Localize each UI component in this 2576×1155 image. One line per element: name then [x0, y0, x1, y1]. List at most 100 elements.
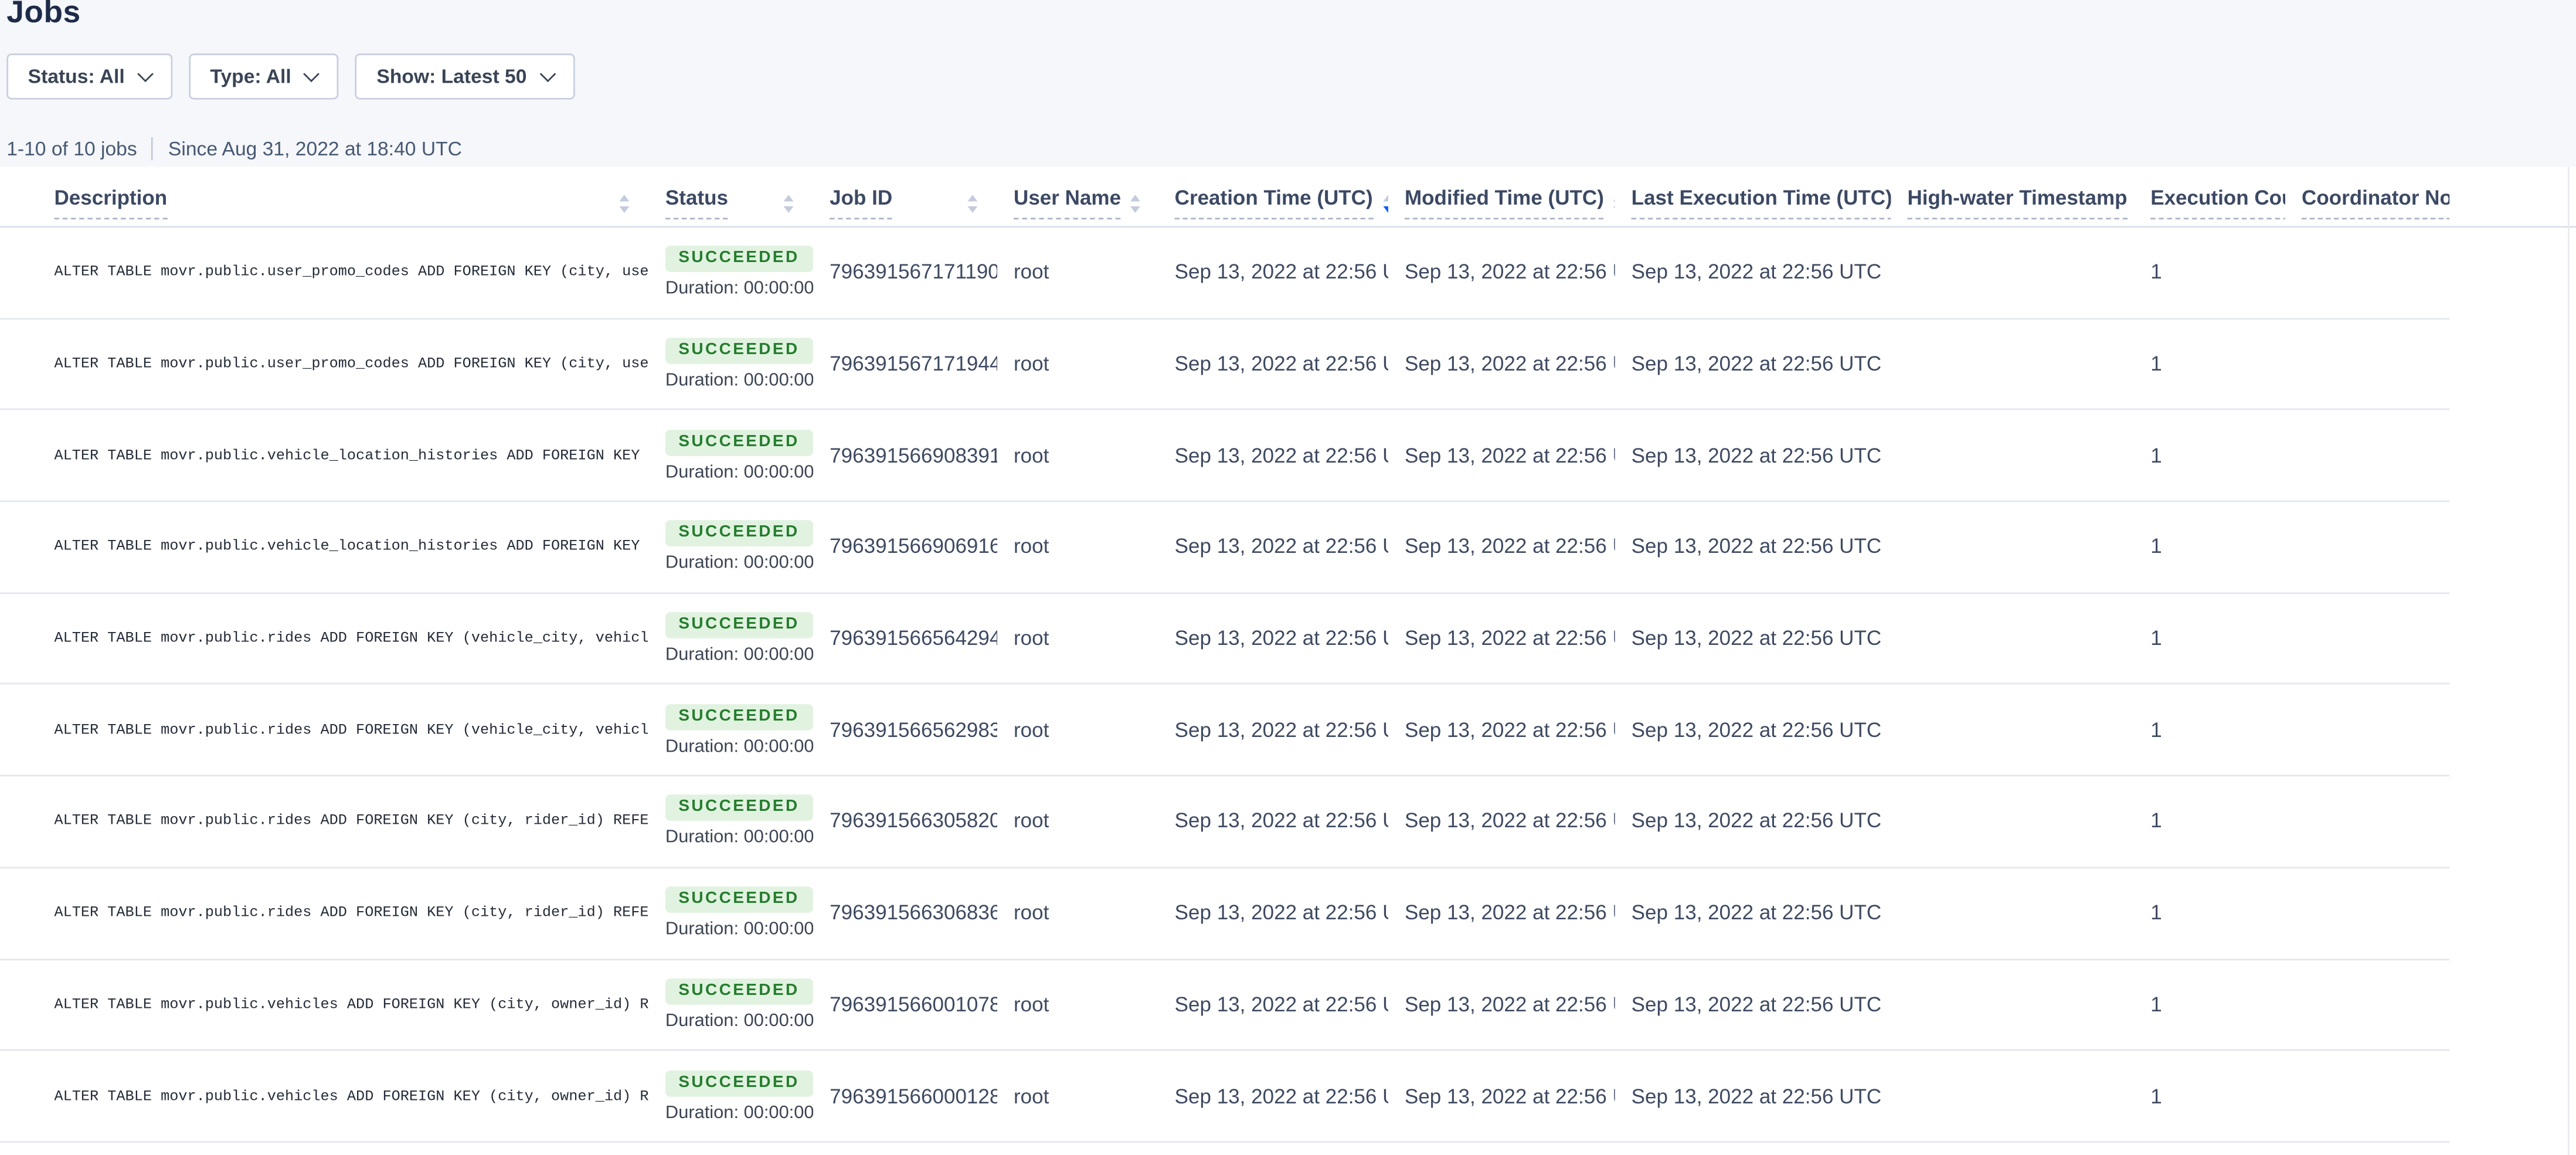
- chevron-down-icon: [304, 65, 320, 81]
- duration-label: Duration: 00:00:00: [665, 279, 813, 299]
- high-water-timestamp-cell: [1891, 868, 2134, 958]
- table-row: ALTER TABLE movr.public.vehicles ADD FOR…: [0, 960, 2449, 1051]
- status-cell: SUCCEEDED Duration: 00:00:00: [649, 777, 813, 867]
- status-badge: SUCCEEDED: [665, 338, 813, 364]
- user-name-cell: root: [997, 685, 1158, 775]
- sort-desc-icon: [619, 206, 629, 212]
- user-name-cell: root: [997, 319, 1158, 409]
- last-execution-time-cell: Sep 13, 2022 at 22:56 UTC: [1615, 1051, 1891, 1141]
- description-cell: ALTER TABLE movr.public.rides ADD FOREIG…: [38, 777, 648, 867]
- user-name-cell: root: [997, 777, 1158, 867]
- column-header-user-name[interactable]: User Name: [997, 167, 1158, 226]
- modified-time-cell: Sep 13, 2022 at 22:56 UTC: [1388, 868, 1615, 958]
- description-cell: ALTER TABLE movr.public.rides ADD FOREIG…: [38, 594, 648, 684]
- duration-label: Duration: 00:00:00: [665, 645, 813, 665]
- column-header-coordinator-node[interactable]: Coordinator Node: [2285, 167, 2449, 226]
- execution-count-cell: 1: [2134, 227, 2285, 317]
- description-cell: ALTER TABLE movr.public.user_promo_codes…: [38, 319, 648, 409]
- creation-time-cell: Sep 13, 2022 at 22:56 UTC: [1158, 1051, 1388, 1141]
- status-cell: SUCCEEDED Duration: 00:00:00: [649, 502, 813, 592]
- high-water-timestamp-cell: [1891, 502, 2134, 592]
- sort-asc-icon: [619, 195, 629, 202]
- last-execution-time-cell: Sep 13, 2022 at 22:56 UTC: [1615, 868, 1891, 958]
- sort-asc-icon: [1382, 195, 1388, 202]
- description-cell: ALTER TABLE movr.public.user_promo_codes…: [38, 227, 648, 317]
- sort-asc-icon: [968, 195, 978, 202]
- execution-count-cell: 1: [2134, 594, 2285, 684]
- table-row: ALTER TABLE movr.public.rides ADD FOREIG…: [0, 685, 2449, 777]
- coordinator-node-cell: [2285, 1051, 2449, 1141]
- execution-count-cell: 1: [2134, 1051, 2285, 1141]
- creation-time-cell: Sep 13, 2022 at 22:56 UTC: [1158, 777, 1388, 867]
- description-cell: ALTER TABLE movr.public.vehicle_location…: [38, 502, 648, 592]
- creation-time-cell: Sep 13, 2022 at 22:56 UTC: [1158, 502, 1388, 592]
- user-name-cell: root: [997, 960, 1158, 1049]
- job-id-cell: 796391566306836481: [813, 868, 997, 958]
- column-header-job-id[interactable]: Job ID: [813, 167, 997, 226]
- description-cell: ALTER TABLE movr.public.rides ADD FOREIG…: [38, 685, 648, 775]
- column-header-creation-time[interactable]: Creation Time (UTC): [1158, 167, 1388, 226]
- status-badge: SUCCEEDED: [665, 886, 813, 913]
- job-id-cell: 796391566906916865: [813, 502, 997, 592]
- sort-icon: [1604, 195, 1615, 212]
- sort-icon: [2127, 195, 2134, 212]
- table-row: ALTER TABLE movr.public.user_promo_codes…: [0, 319, 2449, 410]
- type-filter-dropdown[interactable]: Type: All: [189, 53, 339, 99]
- sort-desc-icon: [1131, 206, 1141, 212]
- sort-icon: [610, 195, 630, 212]
- coordinator-node-cell: [2285, 227, 2449, 317]
- job-id-cell: 796391566305820673: [813, 777, 997, 867]
- coordinator-node-cell: [2285, 502, 2449, 592]
- duration-label: Duration: 00:00:00: [665, 828, 813, 848]
- column-header-modified-time[interactable]: Modified Time (UTC): [1388, 167, 1615, 226]
- chevron-down-icon: [539, 65, 556, 81]
- status-cell: SUCCEEDED Duration: 00:00:00: [649, 594, 813, 684]
- duration-label: Duration: 00:00:00: [665, 371, 813, 390]
- modified-time-cell: Sep 13, 2022 at 22:56 UTC: [1388, 777, 1615, 867]
- job-id-cell: 796391566001078273: [813, 960, 997, 1049]
- job-id-cell: 796391566564294657: [813, 594, 997, 684]
- column-header-high-water-timestamp[interactable]: High-water Timestamp: [1891, 167, 2134, 226]
- type-filter-label: Type: All: [210, 65, 291, 88]
- status-cell: SUCCEEDED Duration: 00:00:00: [649, 868, 813, 958]
- sort-desc-icon: [784, 206, 794, 212]
- jobs-page: Jobs Status: All Type: All Show: Latest …: [0, 0, 2576, 1153]
- summary-divider: [152, 137, 154, 160]
- coordinator-node-cell: [2285, 594, 2449, 684]
- column-header-description[interactable]: Description: [38, 167, 648, 226]
- coordinator-node-cell: [2285, 777, 2449, 867]
- job-id-cell: 796391567171190785: [813, 227, 997, 317]
- description-cell: ALTER TABLE movr.public.rides ADD FOREIG…: [38, 868, 648, 958]
- show-filter-dropdown[interactable]: Show: Latest 50: [355, 53, 575, 99]
- column-header-status[interactable]: Status: [649, 167, 813, 226]
- status-badge: SUCCEEDED: [665, 521, 813, 547]
- modified-time-cell: Sep 13, 2022 at 22:56 UTC: [1388, 685, 1615, 775]
- user-name-cell: root: [997, 594, 1158, 684]
- user-name-cell: root: [997, 1051, 1158, 1141]
- description-cell: ALTER TABLE movr.public.vehicle_location…: [38, 410, 648, 500]
- duration-label: Duration: 00:00:00: [665, 736, 813, 756]
- status-cell: SUCCEEDED Duration: 00:00:00: [649, 960, 813, 1049]
- status-cell: SUCCEEDED Duration: 00:00:00: [649, 410, 813, 500]
- modified-time-cell: Sep 13, 2022 at 22:56 UTC: [1388, 319, 1615, 409]
- status-badge: SUCCEEDED: [665, 1070, 813, 1096]
- status-filter-label: Status: All: [28, 65, 125, 88]
- creation-time-cell: Sep 13, 2022 at 22:56 UTC: [1158, 960, 1388, 1049]
- user-name-cell: root: [997, 227, 1158, 317]
- last-execution-time-cell: Sep 13, 2022 at 22:56 UTC: [1615, 777, 1891, 867]
- table-row: ALTER TABLE movr.public.vehicles ADD FOR…: [0, 1051, 2449, 1143]
- column-header-last-execution-time[interactable]: Last Execution Time (UTC): [1615, 167, 1891, 226]
- creation-time-cell: Sep 13, 2022 at 22:56 UTC: [1158, 410, 1388, 500]
- status-filter-dropdown[interactable]: Status: All: [6, 53, 172, 99]
- status-badge: SUCCEEDED: [665, 979, 813, 1005]
- creation-time-cell: Sep 13, 2022 at 22:56 UTC: [1158, 594, 1388, 684]
- execution-count-cell: 1: [2134, 685, 2285, 775]
- modified-time-cell: Sep 13, 2022 at 22:56 UTC: [1388, 502, 1615, 592]
- execution-count-cell: 1: [2134, 502, 2285, 592]
- description-cell: ALTER TABLE movr.public.vehicles ADD FOR…: [38, 960, 648, 1049]
- job-id-cell: 796391567171944449: [813, 319, 997, 409]
- execution-count-cell: 1: [2134, 868, 2285, 958]
- table-row: ALTER TABLE movr.public.vehicle_location…: [0, 502, 2449, 593]
- column-header-execution-count[interactable]: Execution Count: [2134, 167, 2285, 226]
- sort-asc-icon: [1131, 195, 1141, 202]
